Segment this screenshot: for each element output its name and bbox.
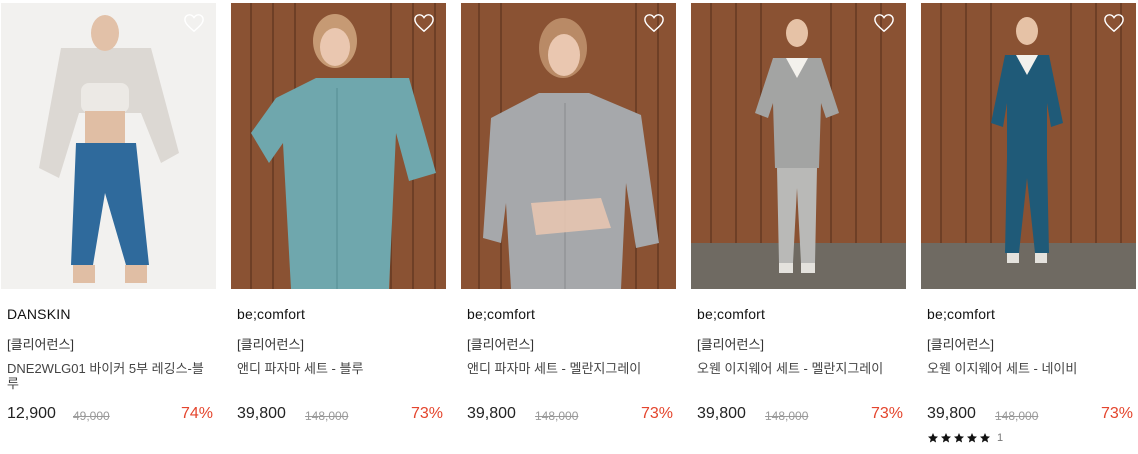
original-price: 49,000 — [73, 409, 110, 423]
original-price: 148,000 — [765, 409, 809, 423]
product-name[interactable]: 앤디 파자마 세트 - 블루 — [237, 361, 442, 376]
product-photo — [1, 3, 216, 289]
heart-outline-icon[interactable] — [183, 13, 205, 33]
product-name[interactable]: 오웬 이지웨어 세트 - 네이비 — [927, 361, 1132, 376]
product-brand[interactable]: be;comfort — [237, 306, 305, 322]
original-price: 148,000 — [535, 409, 579, 423]
product-tag: [클리어런스] — [927, 337, 995, 352]
product-photo — [691, 3, 906, 289]
sale-price: 39,800 — [237, 405, 286, 422]
price-row: 12,900 49,000 74% — [7, 404, 213, 426]
product-image[interactable] — [461, 3, 676, 289]
heart-outline-icon[interactable] — [643, 13, 665, 33]
star-icon — [941, 433, 951, 443]
discount-rate: 74% — [180, 405, 213, 422]
sale-price: 39,800 — [697, 405, 746, 422]
sale-price: 12,900 — [7, 405, 56, 422]
product-tag: [클리어런스] — [697, 337, 765, 352]
product-name[interactable]: DNE2WLG01 바이커 5부 레깅스-블루 — [7, 361, 212, 391]
heart-outline-icon[interactable] — [413, 13, 435, 33]
sale-price: 39,800 — [467, 405, 516, 422]
price-row: 39,800 148,000 73% — [467, 404, 673, 426]
product-grid: DANSKIN [클리어런스] DNE2WLG01 바이커 5부 레깅스-블루 … — [0, 0, 1138, 454]
product-image[interactable] — [921, 3, 1136, 289]
star-icon — [954, 433, 964, 443]
product-image[interactable] — [231, 3, 446, 289]
product-brand[interactable]: be;comfort — [697, 306, 765, 322]
star-icon — [967, 433, 977, 443]
product-name[interactable]: 앤디 파자마 세트 - 멜란지그레이 — [467, 361, 672, 376]
discount-rate: 73% — [640, 405, 673, 422]
product-card[interactable]: be;comfort [클리어런스] 앤디 파자마 세트 - 멜란지그레이 39… — [461, 3, 676, 453]
product-image[interactable] — [691, 3, 906, 289]
product-card[interactable]: be;comfort [클리어런스] 오웬 이지웨어 세트 - 멜란지그레이 3… — [691, 3, 906, 453]
review-count: 1 — [997, 432, 1004, 444]
original-price: 148,000 — [305, 409, 349, 423]
heart-outline-icon[interactable] — [873, 13, 895, 33]
original-price: 148,000 — [995, 409, 1039, 423]
product-photo — [231, 3, 446, 289]
product-card[interactable]: be;comfort [클리어런스] 오웬 이지웨어 세트 - 네이비 39,8… — [921, 3, 1136, 453]
product-brand[interactable]: be;comfort — [467, 306, 535, 322]
product-tag: [클리어런스] — [467, 337, 535, 352]
product-brand[interactable]: be;comfort — [927, 306, 995, 322]
price-row: 39,800 148,000 73% — [697, 404, 903, 426]
sale-price: 39,800 — [927, 405, 976, 422]
product-image[interactable] — [1, 3, 216, 289]
product-brand[interactable]: DANSKIN — [7, 306, 71, 322]
star-icon — [980, 433, 990, 443]
discount-rate: 73% — [870, 405, 903, 422]
product-photo — [461, 3, 676, 289]
product-tag: [클리어런스] — [7, 337, 75, 352]
product-rating: 1 — [927, 431, 1003, 445]
product-card[interactable]: DANSKIN [클리어런스] DNE2WLG01 바이커 5부 레깅스-블루 … — [1, 3, 216, 453]
discount-rate: 73% — [1100, 405, 1133, 422]
star-icon — [928, 433, 938, 443]
discount-rate: 73% — [410, 405, 443, 422]
product-card[interactable]: be;comfort [클리어런스] 앤디 파자마 세트 - 블루 39,800… — [231, 3, 446, 453]
product-name[interactable]: 오웬 이지웨어 세트 - 멜란지그레이 — [697, 361, 902, 376]
price-row: 39,800 148,000 73% — [927, 404, 1133, 426]
price-row: 39,800 148,000 73% — [237, 404, 443, 426]
product-photo — [921, 3, 1136, 289]
heart-outline-icon[interactable] — [1103, 13, 1125, 33]
product-tag: [클리어런스] — [237, 337, 305, 352]
